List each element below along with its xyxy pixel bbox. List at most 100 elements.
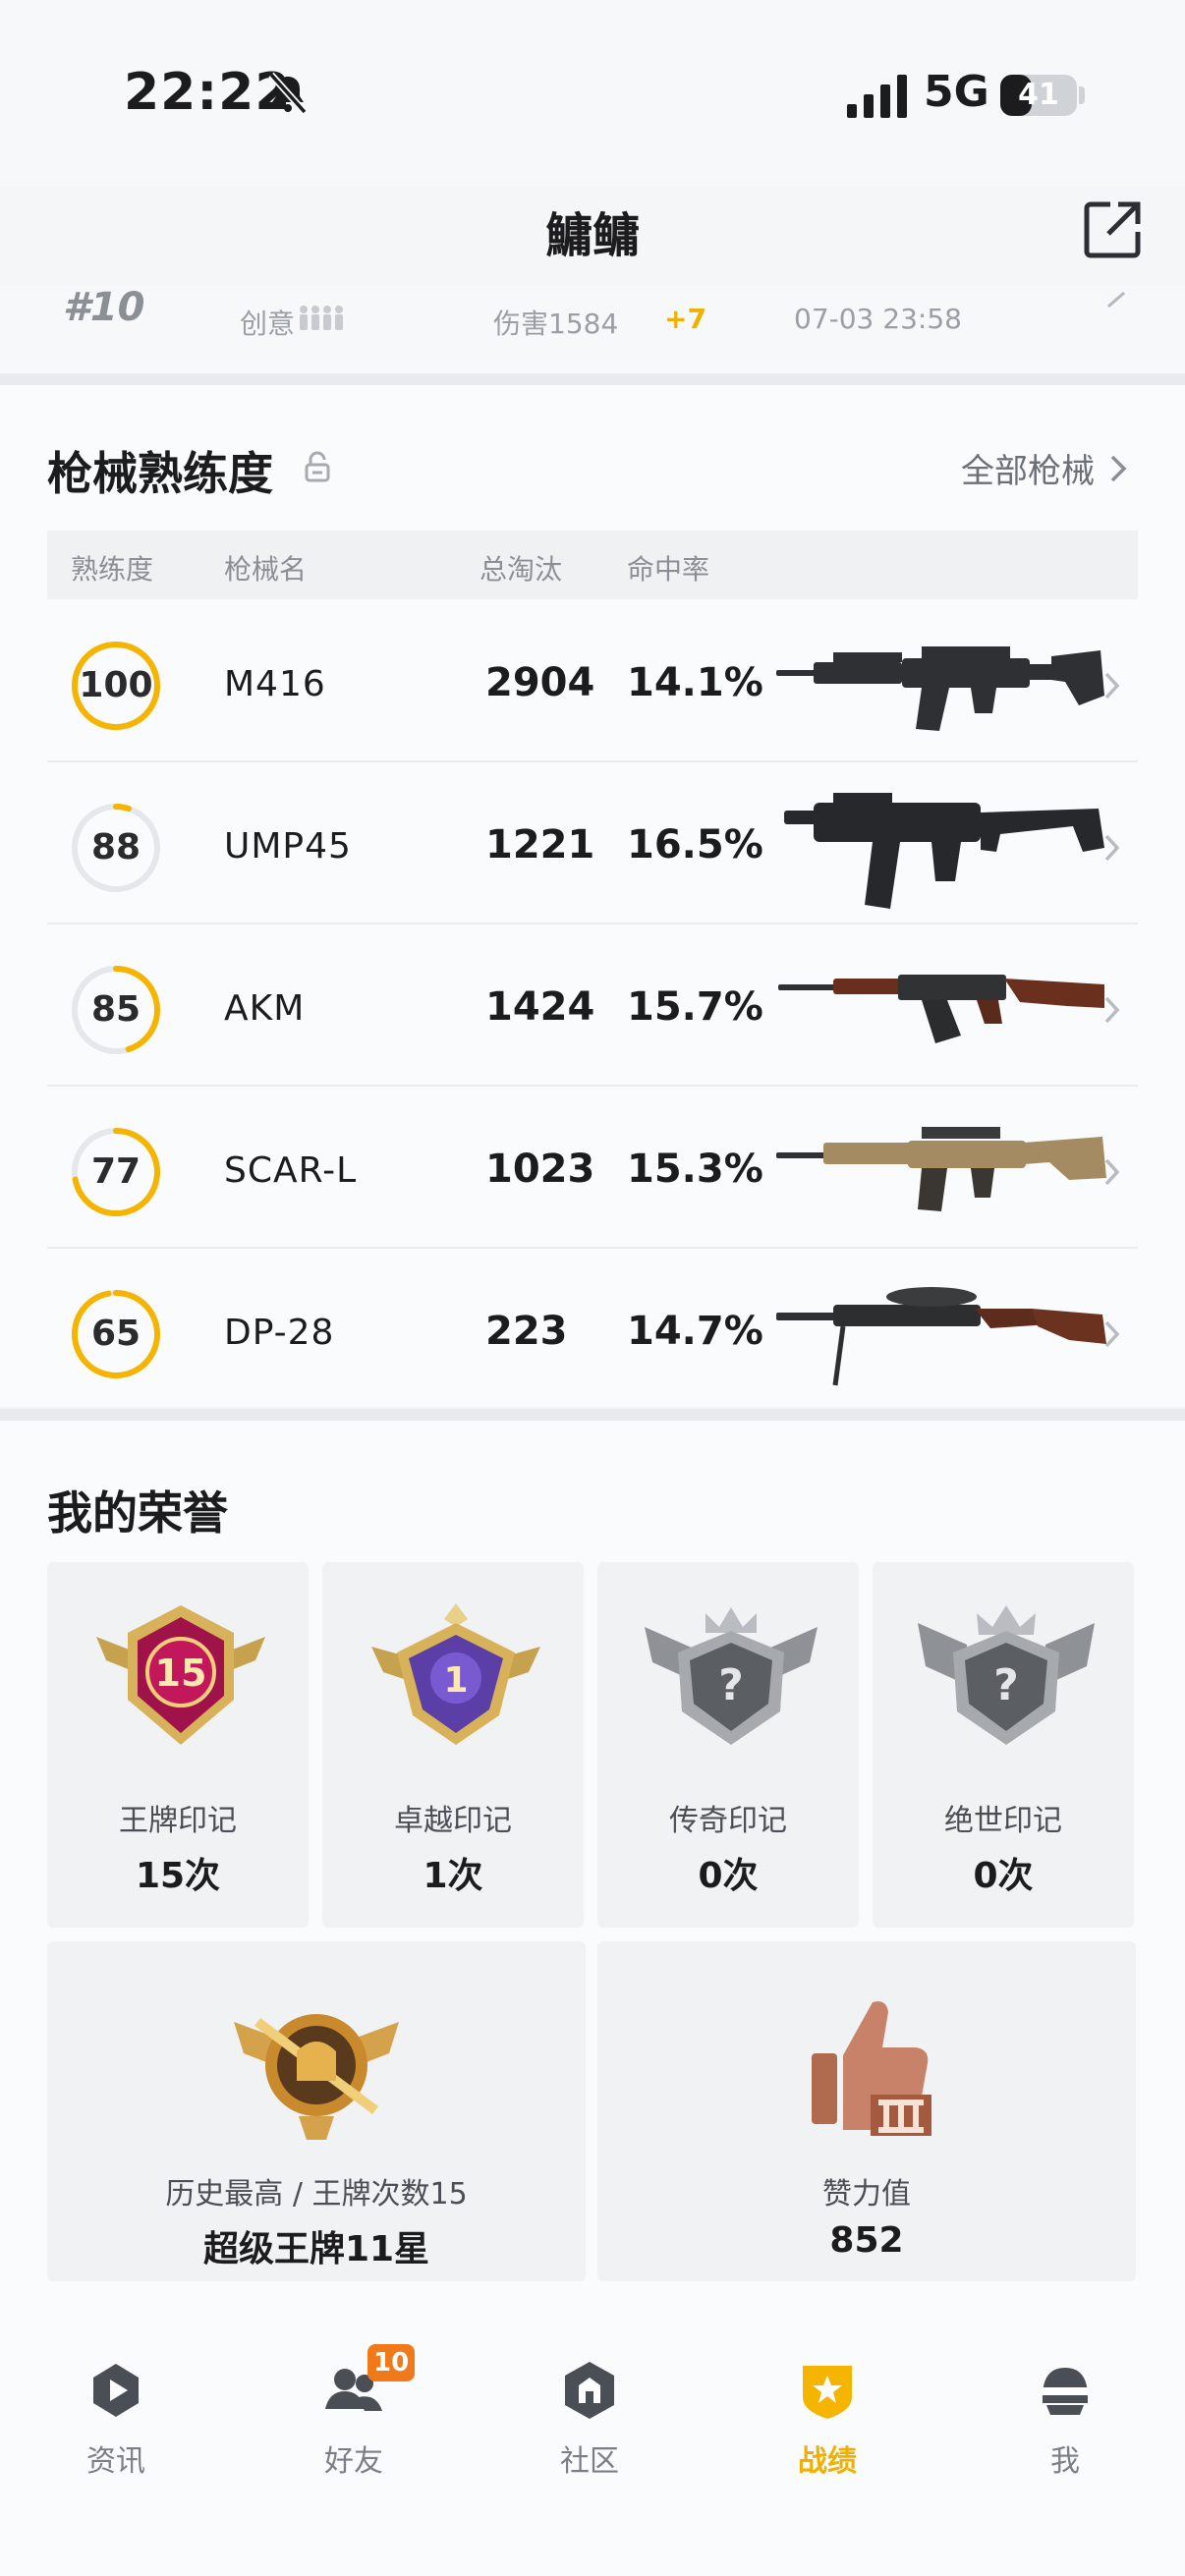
tab-community[interactable]: 社区 [521, 2358, 658, 2480]
tab-record[interactable]: 战绩 [759, 2358, 896, 2480]
community-icon [565, 2362, 614, 2419]
column-weapon-name: 枪械名 [224, 553, 308, 586]
chevron-right-icon [1107, 291, 1125, 308]
thumbs-up-icon [812, 2001, 931, 2136]
weapon-name: DP-28 [224, 1313, 335, 1353]
badge-number: ? [718, 1660, 744, 1710]
honors-title: 我的荣誉 [47, 1486, 228, 1540]
tab-label: 战绩 [798, 2444, 857, 2479]
weapon-mastery-title: 枪械熟练度 [47, 447, 273, 500]
lmg-dp-28-image [776, 1287, 1106, 1386]
honor-count: 15次 [135, 1856, 221, 1896]
chevron-right-icon [1104, 1320, 1120, 1348]
badge-number: 1 [443, 1660, 468, 1701]
honor-card-peerless[interactable]: ? 绝世印记 0次 [873, 1562, 1134, 1928]
rifle-m416-image [776, 646, 1104, 731]
honor-label: 绝世印记 [944, 1804, 1062, 1838]
tab-profile[interactable]: 我 [996, 2358, 1134, 2480]
chevron-right-icon [1104, 1158, 1120, 1186]
likes-value: 852 [829, 2220, 904, 2261]
peerless-badge-icon: ? [918, 1605, 1095, 1745]
honor-label: 卓越印记 [394, 1804, 512, 1838]
network-type: 5G [924, 67, 989, 117]
match-score-delta: +7 [664, 303, 706, 335]
section-divider [0, 373, 1185, 385]
status-bar: 22:22 5G 41 [0, 0, 1185, 187]
weapon-row-akm[interactable]: 85 AKM 1424 15.7% [47, 925, 1138, 1087]
column-mastery: 熟练度 [71, 553, 154, 586]
weapon-table-header: 熟练度 枪械名 总淘汰 命中率 [47, 531, 1138, 599]
record-icon [803, 2366, 852, 2419]
weapon-row-m416[interactable]: 100 M416 2904 14.1% [47, 601, 1138, 762]
share-icon[interactable] [1081, 198, 1144, 261]
tab-label: 好友 [324, 2444, 383, 2479]
chevron-right-icon [1104, 996, 1120, 1024]
legend-badge-icon: ? [645, 1607, 818, 1745]
profile-icon [1043, 2368, 1088, 2415]
rifle-scar-l-image [776, 1127, 1106, 1211]
battery-icon: 41 [1000, 75, 1077, 116]
honor-count: 1次 [423, 1856, 483, 1896]
news-icon [93, 2364, 139, 2417]
team-members-icon [300, 306, 343, 330]
weapon-accuracy: 16.5% [627, 822, 763, 868]
chevron-right-icon [1104, 672, 1120, 700]
battery-tip [1079, 86, 1085, 104]
section-divider [0, 1409, 1185, 1421]
smg-ump45-image [784, 793, 1104, 909]
likes-label: 赞力值 [822, 2177, 911, 2212]
tab-news[interactable]: 资讯 [47, 2358, 185, 2480]
likes-card[interactable]: 赞力值 852 [597, 1941, 1136, 2281]
tab-label: 资讯 [86, 2444, 145, 2479]
column-accuracy: 命中率 [627, 553, 710, 586]
honor-label: 传奇印记 [669, 1804, 787, 1838]
weapon-row-ump45[interactable]: 88 UMP45 1221 16.5% [47, 763, 1138, 924]
bell-muted-icon [268, 72, 308, 115]
honor-card-ace[interactable]: 15 王牌印记 15次 [47, 1562, 309, 1928]
weapon-accuracy: 15.7% [627, 984, 763, 1030]
all-weapons-label: 全部枪械 [961, 452, 1095, 491]
honor-count: 0次 [698, 1856, 759, 1896]
weapon-kills: 223 [485, 1309, 568, 1354]
badge-number: 15 [155, 1652, 207, 1695]
weapon-accuracy: 14.1% [627, 660, 763, 705]
peak-tier-card[interactable]: 历史最高 / 王牌次数15 超级王牌11星 [47, 1941, 586, 2281]
peak-tier-label: 历史最高 / 王牌次数15 [165, 2177, 468, 2212]
weapon-row-scar-l[interactable]: 77 SCAR-L 1023 15.3% [47, 1088, 1138, 1249]
all-weapons-link[interactable]: 全部枪械 [961, 444, 1128, 492]
weapon-name: AKM [224, 988, 306, 1029]
weapon-kills: 1023 [485, 1147, 595, 1192]
peak-tier-value: 超级王牌11星 [202, 2229, 430, 2269]
column-kills: 总淘汰 [480, 553, 563, 586]
mastery-value: 65 [90, 1314, 141, 1354]
weapon-kills: 1424 [485, 984, 595, 1030]
weapon-kills: 2904 [485, 660, 595, 705]
battery-level: 41 [1018, 78, 1059, 112]
honor-card-excellence[interactable]: 1 卓越印记 1次 [322, 1562, 584, 1928]
ace-badge-icon: 15 [96, 1605, 265, 1745]
weapon-name: M416 [224, 664, 326, 704]
weapon-row-dp-28[interactable]: 65 DP-28 223 14.7% [47, 1250, 1138, 1411]
badge-number: ? [993, 1660, 1019, 1710]
weapon-accuracy: 15.3% [627, 1147, 763, 1192]
honor-count: 0次 [973, 1856, 1034, 1896]
mastery-value: 88 [90, 827, 141, 868]
chevron-right-icon [1104, 834, 1120, 862]
mastery-value: 77 [90, 1151, 141, 1192]
lock-icon[interactable] [303, 450, 332, 483]
friends-notification-badge: 10 [367, 2344, 416, 2381]
signal-icon [847, 75, 907, 118]
last-match-row[interactable]: #10 创意 伤害1584 +7 07-03 23:58 [0, 285, 1185, 373]
crown-tier-badge-icon [234, 2014, 399, 2140]
tab-label: 社区 [560, 2444, 619, 2479]
chevron-right-icon [1110, 455, 1127, 481]
mastery-value: 85 [90, 989, 141, 1030]
weapon-name: UMP45 [224, 826, 352, 867]
match-time: 07-03 23:58 [794, 303, 962, 335]
tab-label: 我 [1050, 2444, 1080, 2479]
rifle-akm-image [778, 975, 1104, 1043]
bottom-tab-bar: 资讯 好友 社区 战绩 我 [0, 2289, 1185, 2576]
honor-card-legend[interactable]: ? 传奇印记 0次 [597, 1562, 859, 1928]
mastery-value: 100 [79, 665, 153, 705]
match-rank: #10 [63, 285, 145, 330]
